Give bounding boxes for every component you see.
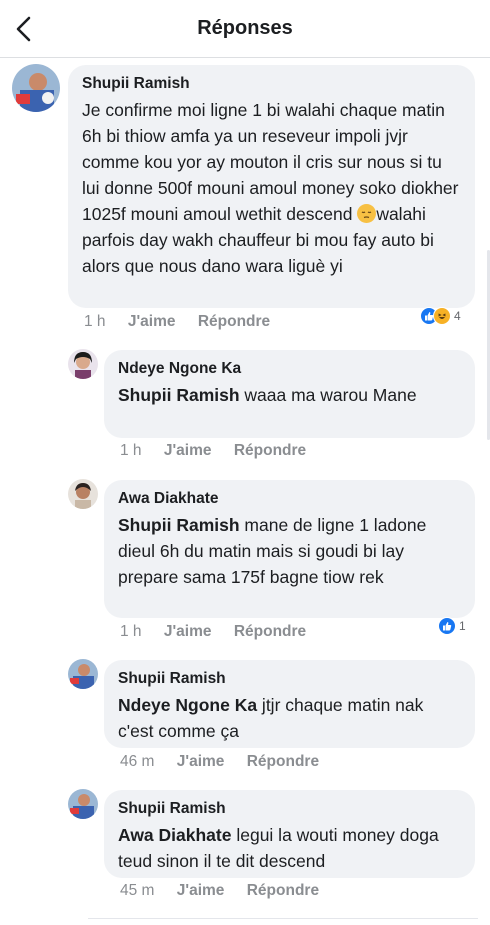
comment-bubble[interactable]: Awa Diakhate Shupii Ramish mane de ligne… bbox=[104, 480, 475, 618]
comment-bubble[interactable]: Shupii Ramish Awa Diakhate legui la wout… bbox=[104, 790, 475, 878]
divider bbox=[88, 918, 478, 919]
comment-meta: 1 h J'aime Répondre bbox=[84, 313, 270, 331]
reply-link[interactable]: Répondre bbox=[198, 313, 270, 331]
comment-time[interactable]: 1 h bbox=[120, 623, 142, 641]
reaction-summary[interactable]: 1 bbox=[438, 615, 466, 637]
pensive-face-icon bbox=[357, 204, 377, 223]
avatar[interactable] bbox=[68, 789, 98, 819]
reaction-count: 1 bbox=[459, 619, 466, 633]
reply-link[interactable]: Répondre bbox=[234, 623, 306, 641]
comment-meta: 45 m J'aime Répondre bbox=[120, 882, 319, 900]
comment-text: Awa Diakhate legui la wouti money doga t… bbox=[118, 822, 461, 874]
reply-link[interactable]: Répondre bbox=[247, 753, 319, 771]
comment-meta: 1 h J'aime Répondre bbox=[120, 442, 306, 460]
comment-author[interactable]: Shupii Ramish bbox=[82, 74, 461, 94]
comment-bubble[interactable]: Ndeye Ngone Ka Shupii Ramish waaa ma war… bbox=[104, 350, 475, 438]
comment-author[interactable]: Shupii Ramish bbox=[118, 669, 461, 689]
comment-text: Shupii Ramish mane de ligne 1 ladone die… bbox=[118, 512, 461, 590]
comment-author[interactable]: Awa Diakhate bbox=[118, 489, 461, 509]
comment-bubble[interactable]: Shupii Ramish Je confirme moi ligne 1 bi… bbox=[68, 65, 475, 308]
avatar[interactable] bbox=[68, 479, 98, 509]
comment-time[interactable]: 1 h bbox=[84, 313, 106, 331]
comment-bubble[interactable]: Shupii Ramish Ndeye Ngone Ka jtjr chaque… bbox=[104, 660, 475, 748]
comment-text-part: waaa ma warou Mane bbox=[239, 385, 417, 405]
like-link[interactable]: J'aime bbox=[177, 882, 225, 900]
avatar[interactable] bbox=[12, 64, 60, 112]
reaction-summary[interactable]: 4 bbox=[420, 305, 461, 327]
avatar[interactable] bbox=[68, 349, 98, 379]
comment-time[interactable]: 45 m bbox=[120, 882, 154, 900]
mention-link[interactable]: Shupii Ramish bbox=[118, 515, 240, 535]
haha-reaction-icon bbox=[433, 307, 451, 325]
top-bar: Réponses bbox=[0, 0, 490, 58]
mention-link[interactable]: Ndeye Ngone Ka bbox=[118, 695, 257, 715]
page-title: Réponses bbox=[197, 17, 293, 39]
comment-meta: 1 h J'aime Répondre bbox=[120, 623, 306, 641]
comment-text: Ndeye Ngone Ka jtjr chaque matin nak c'e… bbox=[118, 692, 461, 744]
like-link[interactable]: J'aime bbox=[164, 442, 212, 460]
like-link[interactable]: J'aime bbox=[164, 623, 212, 641]
avatar[interactable] bbox=[68, 659, 98, 689]
like-reaction-icon bbox=[438, 617, 456, 635]
comment-time[interactable]: 1 h bbox=[120, 442, 142, 460]
comment-text: Je confirme moi ligne 1 bi walahi chaque… bbox=[82, 97, 461, 279]
comment-author[interactable]: Shupii Ramish bbox=[118, 799, 461, 819]
comment-time[interactable]: 46 m bbox=[120, 753, 154, 771]
reaction-count: 4 bbox=[454, 309, 461, 323]
reply-link[interactable]: Répondre bbox=[234, 442, 306, 460]
comment-meta: 46 m J'aime Répondre bbox=[120, 753, 319, 771]
like-link[interactable]: J'aime bbox=[128, 313, 176, 331]
mention-link[interactable]: Shupii Ramish bbox=[118, 385, 240, 405]
like-link[interactable]: J'aime bbox=[177, 753, 225, 771]
reply-link[interactable]: Répondre bbox=[247, 882, 319, 900]
comment-author[interactable]: Ndeye Ngone Ka bbox=[118, 359, 461, 379]
mention-link[interactable]: Awa Diakhate bbox=[118, 825, 231, 845]
comment-text: Shupii Ramish waaa ma warou Mane bbox=[118, 382, 461, 408]
